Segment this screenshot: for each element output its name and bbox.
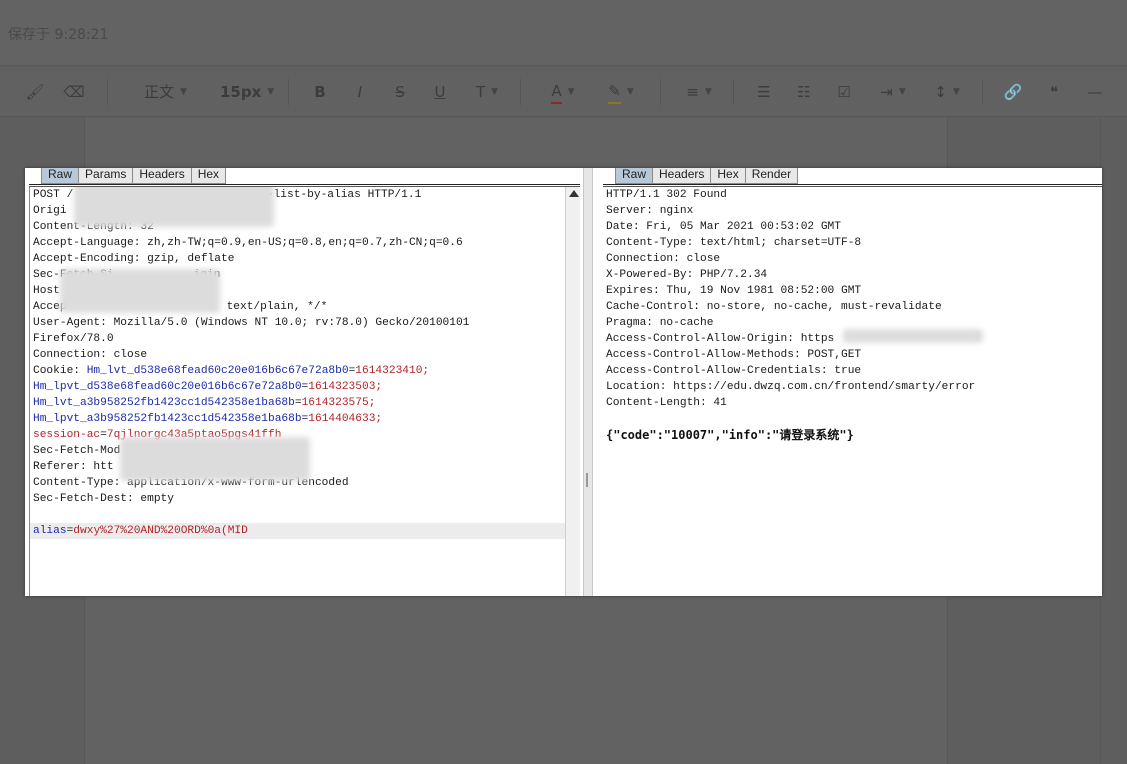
chevron-down-icon: ▼ bbox=[626, 87, 634, 97]
paragraph-style-value: 正文 bbox=[144, 83, 175, 101]
chevron-down-icon: ▼ bbox=[180, 87, 187, 97]
numbered-list-icon[interactable]: ☷ bbox=[795, 81, 813, 103]
response-tabs: Raw Headers Hex Render bbox=[615, 168, 799, 184]
cookie-key: Hm_lvt_a3b958252fb1423cc1d542358e1ba68b bbox=[33, 397, 295, 409]
tab-request-hex[interactable]: Hex bbox=[190, 168, 227, 184]
line-height-glyph: ↕ bbox=[934, 83, 947, 101]
highlight-icon[interactable]: ✎ ▼ bbox=[603, 80, 639, 104]
eraser-icon[interactable]: ⌫ bbox=[63, 81, 84, 103]
highlight-glyph: ✎ bbox=[608, 80, 621, 104]
accept-tail: text/plain, */* bbox=[226, 301, 328, 313]
burp-screenshot: Raw Params Headers Hex POST / egory-list-… bbox=[25, 168, 1102, 596]
response-line: Access-Control-Allow-Methods: POST,GET bbox=[606, 349, 862, 361]
response-body: {"code":"10007","info":"请登录系统"} bbox=[606, 428, 854, 442]
tab-response-hex[interactable]: Hex bbox=[710, 168, 746, 184]
cookie-line: Hm_lpvt_a3b958252fb1423cc1d542358e1ba68b… bbox=[33, 413, 383, 425]
tab-response-render[interactable]: Render bbox=[744, 168, 799, 184]
redaction-blur bbox=[60, 269, 220, 313]
response-line: Expires: Thu, 19 Nov 1981 08:52:00 GMT bbox=[606, 285, 862, 297]
redaction-blur bbox=[843, 329, 983, 343]
font-color-glyph: A bbox=[551, 80, 562, 104]
response-editor[interactable]: HTTP/1.1 302 Found Server: nginx Date: F… bbox=[603, 187, 1102, 596]
request-editor[interactable]: POST / egory-list-by-alias HTTP/1.1 Origi… bbox=[29, 187, 565, 596]
editor-right-margin bbox=[1100, 118, 1127, 764]
tab-response-headers[interactable]: Headers bbox=[652, 168, 712, 184]
chevron-down-icon: ▼ bbox=[567, 87, 575, 97]
chevron-down-icon: ▼ bbox=[491, 87, 499, 97]
cookie-value: 1614323503; bbox=[308, 381, 383, 393]
chevron-down-icon: ▼ bbox=[267, 87, 275, 97]
split-divider[interactable] bbox=[583, 168, 593, 596]
cookie-key: session-ac bbox=[33, 429, 101, 441]
cookie-key: Hm_lpvt_a3b958252fb1423cc1d542358e1ba68b bbox=[33, 413, 302, 425]
underline-icon[interactable]: U bbox=[433, 81, 447, 103]
align-icon[interactable]: ≡ ▼ bbox=[682, 81, 716, 103]
scroll-up-icon[interactable] bbox=[569, 190, 579, 197]
cookie-line: Hm_lvt_a3b958252fb1423cc1d542358e1ba68b=… bbox=[33, 397, 376, 409]
checkbox-icon[interactable]: ☑ bbox=[835, 81, 853, 103]
italic-icon[interactable]: I bbox=[354, 81, 366, 103]
response-line: Cache-Control: no-store, no-cache, must-… bbox=[606, 301, 942, 313]
indent-icon[interactable]: ⇥ ▼ bbox=[876, 81, 910, 103]
cookie-value: 1614323575; bbox=[301, 397, 376, 409]
response-line: HTTP/1.1 302 Found bbox=[606, 189, 727, 201]
response-line: Date: Fri, 05 Mar 2021 00:53:02 GMT bbox=[606, 221, 841, 233]
request-line: Accept-Language: zh,zh-TW;q=0.9,en-US;q=… bbox=[33, 237, 463, 249]
bullet-list-icon[interactable]: ☰ bbox=[755, 81, 773, 103]
paragraph-style-select[interactable]: 正文 ▼ bbox=[144, 81, 187, 103]
request-body-line: alias=dwxy%27%20AND%20ORD%0a(MID bbox=[30, 523, 565, 539]
request-line: User-Agent: Mozilla/5.0 (Windows NT 10.0… bbox=[33, 317, 470, 329]
save-status: 保存于 9:28:21 bbox=[8, 27, 109, 43]
cookie-value: 1614404633; bbox=[308, 413, 383, 425]
request-line: Sec-Fetch-Dest: empty bbox=[33, 493, 174, 505]
response-line: Connection: close bbox=[606, 253, 721, 265]
format-painter-icon[interactable]: 🖌 bbox=[25, 81, 44, 103]
chevron-down-icon: ▼ bbox=[898, 87, 906, 97]
response-line: Access-Control-Allow-Credentials: true bbox=[606, 365, 862, 377]
request-scrollbar[interactable] bbox=[565, 187, 580, 596]
response-line: Content-Type: text/html; charset=UTF-8 bbox=[606, 237, 862, 249]
font-size-value: 15px bbox=[220, 83, 262, 101]
editor-toolbar: 🖌 ⌫ 正文 ▼ 15px ▼ B I S U T ▼ A ▼ ✎ ▼ ≡ ▼ ☰ ☷ ☑ … bbox=[0, 67, 1127, 117]
request-line: Accept-Encoding: gzip, deflate bbox=[33, 253, 235, 265]
redaction-blur bbox=[120, 437, 310, 481]
response-line: Server: nginx bbox=[606, 205, 694, 217]
bold-icon[interactable]: B bbox=[313, 81, 327, 103]
response-line: X-Powered-By: PHP/7.2.34 bbox=[606, 269, 768, 281]
line-height-icon[interactable]: ↕ ▼ bbox=[930, 81, 964, 103]
response-line: Location: https://edu.dwzq.com.cn/fronte… bbox=[606, 381, 976, 393]
quote-icon[interactable]: ❝ bbox=[1045, 81, 1063, 103]
chevron-down-icon: ▼ bbox=[704, 87, 712, 97]
tab-request-raw[interactable]: Raw bbox=[41, 168, 80, 184]
superscript-icon[interactable]: T ▼ bbox=[472, 81, 502, 103]
divider-grip[interactable] bbox=[586, 473, 588, 487]
align-glyph: ≡ bbox=[686, 83, 699, 101]
indent-glyph: ⇥ bbox=[880, 83, 893, 101]
font-color-icon[interactable]: A ▼ bbox=[545, 80, 581, 104]
link-icon[interactable]: 🔗 bbox=[1004, 81, 1023, 103]
tab-request-headers[interactable]: Headers bbox=[132, 168, 192, 184]
cookie-line: Cookie: Hm_lvt_d538e68fead60c20e016b6c67… bbox=[33, 365, 430, 377]
editor-topbar: 保存于 9:28:21 bbox=[0, 0, 1127, 66]
horizontal-rule-icon[interactable]: — bbox=[1086, 81, 1104, 103]
response-line: Content-Length: 41 bbox=[606, 397, 727, 409]
tab-response-raw[interactable]: Raw bbox=[615, 168, 654, 184]
redaction-blur bbox=[74, 187, 274, 227]
cookie-value: 1614323410; bbox=[355, 365, 430, 377]
superscript-glyph: T bbox=[475, 83, 486, 101]
cookie-key: Hm_lpvt_d538e68fead60c20e016b6c67e72a8b0 bbox=[33, 381, 302, 393]
tab-request-params[interactable]: Params bbox=[78, 168, 134, 184]
strikethrough-icon[interactable]: S bbox=[393, 81, 407, 103]
body-param-key: alias bbox=[33, 525, 67, 537]
request-tabs: Raw Params Headers Hex bbox=[41, 168, 227, 184]
chevron-down-icon: ▼ bbox=[952, 87, 960, 97]
cookie-key: Hm_lvt_d538e68fead60c20e016b6c67e72a8b0 bbox=[86, 365, 349, 377]
font-size-select[interactable]: 15px ▼ bbox=[220, 81, 274, 103]
request-line: Connection: close bbox=[33, 349, 148, 361]
cookie-line: Hm_lpvt_d538e68fead60c20e016b6c67e72a8b0… bbox=[33, 381, 383, 393]
request-line: Firefox/78.0 bbox=[33, 333, 114, 345]
body-param-value: dwxy%27%20AND%20ORD%0a(MID bbox=[73, 525, 248, 537]
